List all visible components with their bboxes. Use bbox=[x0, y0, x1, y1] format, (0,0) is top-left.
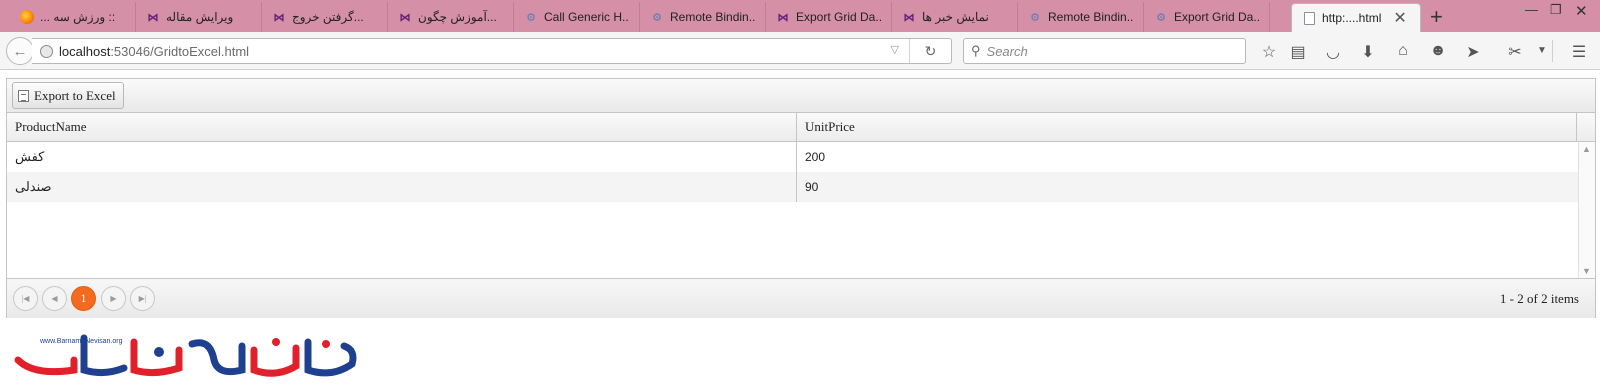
tab-label: Export Grid Da... bbox=[1174, 10, 1259, 24]
visual-studio-icon: ⋈ bbox=[399, 11, 411, 24]
grid-header: ProductName UnitPrice bbox=[7, 113, 1595, 142]
export-button-label: Export to Excel bbox=[34, 87, 116, 103]
reload-icon[interactable]: ↻ bbox=[909, 39, 951, 63]
page-icon bbox=[1302, 11, 1316, 25]
extension-icon[interactable]: ✂ bbox=[1505, 42, 1525, 62]
url-dropdown-icon[interactable]: ▽ bbox=[891, 43, 899, 56]
product-grid: Export to Excel ProductName UnitPrice کف… bbox=[6, 78, 1596, 318]
visual-studio-icon: ⋈ bbox=[273, 11, 285, 24]
visual-studio-icon: ⋈ bbox=[147, 11, 159, 24]
table-row[interactable]: صندلی 90 bbox=[7, 172, 1579, 202]
scroll-down-icon[interactable]: ▼ bbox=[1582, 266, 1591, 276]
cell-unit-price: 200 bbox=[805, 150, 826, 164]
close-tab-icon[interactable]: ✕ bbox=[1393, 8, 1406, 28]
visual-studio-icon: ⋈ bbox=[777, 11, 789, 24]
tab-label: ...گرفتن خروج bbox=[292, 10, 364, 24]
last-page-button[interactable]: ▶| bbox=[130, 286, 155, 311]
pocket-icon[interactable]: ◡ bbox=[1323, 42, 1343, 62]
menu-icon[interactable]: ☰ bbox=[1569, 42, 1589, 62]
tab-3[interactable]: ⋈ ...گرفتن خروج bbox=[262, 2, 388, 32]
tab-9[interactable]: ⚙ Remote Bindin... bbox=[1018, 2, 1144, 32]
back-button[interactable]: ← bbox=[6, 37, 34, 65]
chat-icon[interactable]: ☻ bbox=[1428, 42, 1448, 60]
first-page-button[interactable]: |◀ bbox=[13, 286, 38, 311]
cell-product-name: صندلی bbox=[7, 172, 797, 202]
visual-studio-icon: ⋈ bbox=[903, 11, 915, 24]
toolbar-separator bbox=[1552, 40, 1553, 62]
column-header-unitprice[interactable]: UnitPrice bbox=[797, 113, 1577, 141]
tab-label: ...آموزش چگون bbox=[418, 10, 497, 24]
tab-label: Remote Bindin... bbox=[1048, 10, 1133, 24]
new-tab-button[interactable]: + bbox=[1430, 4, 1443, 30]
site-logo: www.BarnameNevisan.org bbox=[14, 330, 359, 382]
cell-unit-price: 90 bbox=[805, 180, 819, 194]
vertical-scrollbar[interactable]: ▲ ▼ bbox=[1578, 142, 1595, 278]
tab-8[interactable]: ⋈ نمایش خبر ها bbox=[892, 2, 1018, 32]
search-icon: ⚲ bbox=[971, 43, 981, 58]
scroll-up-icon[interactable]: ▲ bbox=[1582, 144, 1591, 154]
current-page-button[interactable]: 1 bbox=[71, 286, 96, 311]
tab-label: نمایش خبر ها bbox=[922, 10, 989, 24]
export-to-excel-button[interactable]: Export to Excel bbox=[12, 82, 124, 109]
gear-page-icon: ⚙ bbox=[1030, 11, 1040, 24]
tab-label: :: ورزش سه ... bbox=[40, 10, 116, 24]
tab-label: Call Generic H... bbox=[544, 10, 629, 24]
tab-active[interactable]: http:....html ✕ bbox=[1291, 3, 1421, 32]
address-bar[interactable]: localhost:53046/GridtoExcel.html ▽ ↻ bbox=[32, 38, 952, 64]
table-row[interactable]: کفش 200 bbox=[7, 142, 1579, 172]
gear-page-icon: ⚙ bbox=[526, 11, 536, 24]
previous-page-button[interactable]: ◀ bbox=[42, 286, 67, 311]
tab-label: http:....html bbox=[1322, 11, 1382, 25]
grid-body: کفش 200 صندلی 90 bbox=[7, 142, 1579, 278]
tab-5[interactable]: ⚙ Call Generic H... bbox=[514, 2, 640, 32]
restore-icon[interactable]: ❐ bbox=[1550, 2, 1562, 18]
gear-page-icon: ⚙ bbox=[1156, 11, 1166, 24]
tab-strip: :: ورزش سه ... ⋈ ویرایش مقاله ⋈ ...گرفتن… bbox=[0, 0, 1600, 32]
url-path: :53046/GridtoExcel.html bbox=[110, 43, 250, 59]
tab-1[interactable]: :: ورزش سه ... bbox=[10, 2, 136, 32]
gear-page-icon: ⚙ bbox=[652, 11, 662, 24]
cell-product-name: کفش bbox=[7, 142, 797, 172]
grid-pager: |◀ ◀ 1 ▶ ▶| 1 - 2 of 2 items bbox=[7, 278, 1595, 318]
search-placeholder: Search bbox=[986, 43, 1028, 59]
tab-4[interactable]: ⋈ ...آموزش چگون bbox=[388, 2, 514, 32]
close-window-icon[interactable]: ✕ bbox=[1575, 2, 1588, 20]
tab-2[interactable]: ⋈ ویرایش مقاله bbox=[136, 2, 262, 32]
tab-6[interactable]: ⚙ Remote Bindin... bbox=[640, 2, 766, 32]
bookmark-star-icon[interactable]: ☆ bbox=[1259, 42, 1279, 62]
url-host: localhost bbox=[59, 43, 111, 59]
send-icon[interactable]: ➤ bbox=[1463, 42, 1483, 62]
reading-list-icon[interactable]: ▤ bbox=[1288, 42, 1308, 62]
logo-url: www.BarnameNevisan.org bbox=[40, 338, 123, 345]
next-page-button[interactable]: ▶ bbox=[101, 286, 126, 311]
extension-dropdown-icon[interactable]: ▼ bbox=[1532, 45, 1552, 56]
firefox-icon bbox=[20, 10, 34, 24]
tab-10[interactable]: ⚙ Export Grid Da... bbox=[1144, 2, 1270, 32]
download-icon[interactable]: ⬇ bbox=[1358, 42, 1378, 62]
home-icon[interactable]: ⌂ bbox=[1393, 42, 1413, 60]
minimize-icon[interactable]: — bbox=[1525, 2, 1538, 17]
column-header-productname[interactable]: ProductName bbox=[7, 113, 797, 141]
tab-label: Remote Bindin... bbox=[670, 10, 755, 24]
search-input[interactable]: ⚲ Search bbox=[963, 38, 1246, 64]
grid-toolbar: Export to Excel bbox=[7, 79, 1595, 113]
pager-info: 1 - 2 of 2 items bbox=[1499, 291, 1579, 306]
excel-icon bbox=[18, 89, 29, 102]
tab-7[interactable]: ⋈ Export Grid Da... bbox=[766, 2, 892, 32]
tab-label: Export Grid Da... bbox=[796, 10, 881, 24]
tab-label: ویرایش مقاله bbox=[166, 10, 234, 24]
globe-icon bbox=[40, 44, 53, 58]
navigation-bar: ← localhost:53046/GridtoExcel.html ▽ ↻ ⚲… bbox=[0, 32, 1600, 70]
